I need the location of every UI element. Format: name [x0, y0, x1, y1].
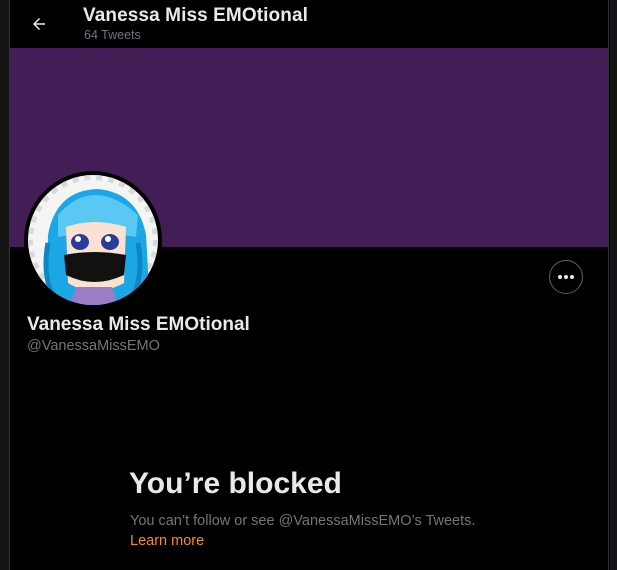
left-gutter	[0, 0, 9, 570]
right-gutter	[610, 0, 617, 570]
profile-name: Vanessa Miss EMOtional	[27, 314, 250, 335]
back-button[interactable]	[22, 7, 56, 41]
tweet-count: 64 Tweets	[84, 28, 141, 42]
avatar-illustration	[28, 175, 158, 305]
profile-column: Vanessa Miss EMOtional 64 Tweets Vanessa…	[9, 0, 609, 570]
blocked-description: You can’t follow or see @VanessaMissEMO’…	[130, 513, 476, 529]
header-title: Vanessa Miss EMOtional	[83, 5, 309, 26]
blocked-title: You’re blocked	[129, 467, 342, 500]
avatar-image	[28, 175, 158, 305]
learn-more-link[interactable]: Learn more	[130, 533, 204, 549]
more-horizontal-icon	[558, 275, 574, 279]
profile-handle: @VanessaMissEMO	[27, 338, 160, 354]
top-header: Vanessa Miss EMOtional 64 Tweets	[10, 0, 608, 48]
more-options-button[interactable]	[549, 260, 583, 294]
avatar[interactable]	[24, 171, 162, 309]
arrow-left-icon	[33, 18, 45, 30]
